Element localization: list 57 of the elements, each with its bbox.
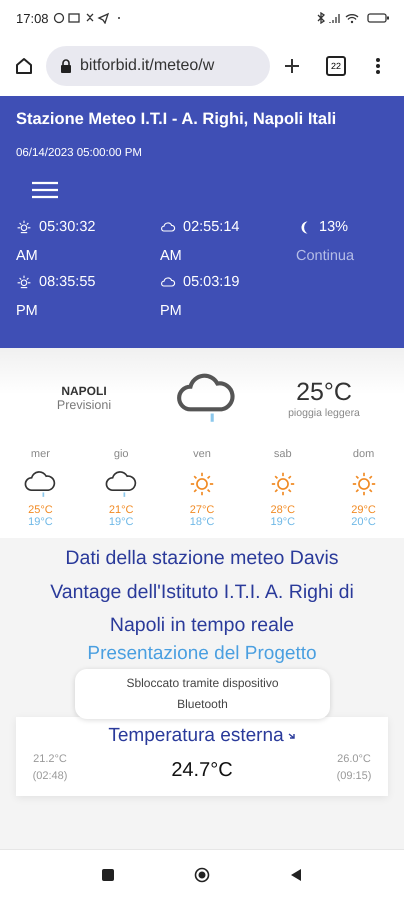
astro-value: 05:03:19 [183,274,240,290]
clock-time: 17:08 [16,10,49,26]
low-temperature: 18°C [190,516,214,528]
day-name: ven [193,448,211,460]
max-temperature: 26.0°C [337,752,371,764]
day-name: dom [352,448,374,460]
sun-icon [16,219,32,235]
astro-label: PM [16,303,39,319]
high-temperature: 27°C [190,504,214,516]
high-temperature: 28°C [270,504,296,516]
weather-condition: pioggia leggera [288,406,360,418]
high-temperature: 29°C [351,504,376,516]
unlock-toast: Sbloccato tramite dispositivo Bluetooth [75,668,330,718]
home-button[interactable] [194,867,210,883]
new-tab-icon[interactable] [282,56,302,76]
status-icons-drawing [52,12,123,24]
max-time: (09:15) [336,770,372,782]
low-temperature: 20°C [351,516,376,528]
rain-cloud-icon [104,470,138,498]
astro-label: Continua [296,248,356,264]
min-temperature: 21.2°C [33,752,67,764]
menu-icon[interactable] [32,181,58,199]
home-icon[interactable] [14,56,34,76]
astro-label: AM [16,248,39,264]
card-title[interactable]: Temperatura esterna [108,724,284,746]
high-temperature: 25°C [28,504,53,516]
address-bar[interactable]: bitforbid.it/meteo/w [46,46,270,86]
date-time: 06/14/2023 05:00:00 PM [16,147,143,159]
station-title: Stazione Meteo I.T.I - A. Righi, Napoli Itali [16,110,338,129]
url-text: bitforbid.it/meteo/w [80,57,214,75]
forecast-label: Previsioni [56,398,112,412]
moon-icon [301,220,308,234]
day-name: gio [114,448,129,460]
astro-value: 05:30:32 [39,219,96,235]
recents-button[interactable] [100,867,116,883]
low-temperature: 19°C [28,516,53,528]
low-temperature: 19°C [108,516,134,528]
day-name: mer [30,448,50,460]
high-temperature: 21°C [108,504,134,516]
min-time: (02:48) [32,770,68,782]
day-name: sab [274,448,292,460]
low-temperature: 19°C [270,516,296,528]
astro-label: PM [160,303,183,319]
astro-value: 13% [319,219,348,235]
lock-icon [60,59,72,73]
rain-cloud-icon [23,470,58,498]
arrow-icon [288,732,296,740]
current-temperature: 25°C [296,378,352,406]
sun-icon [16,274,32,290]
description-text: Dati della stazione meteo Davis Vantage dell'Istituto I.T.I. A. Righi di Napoli in tempo reale [49,546,355,638]
tab-count[interactable]: 22 [326,56,346,76]
rain-cloud-icon [175,372,237,424]
outside-temperature: 24.7°C [171,758,233,782]
astro-value: 08:35:55 [39,274,96,290]
astro-value: 02:55:14 [183,219,240,235]
city-name: NAPOLI [61,384,107,398]
astro-label: AM [160,248,183,264]
